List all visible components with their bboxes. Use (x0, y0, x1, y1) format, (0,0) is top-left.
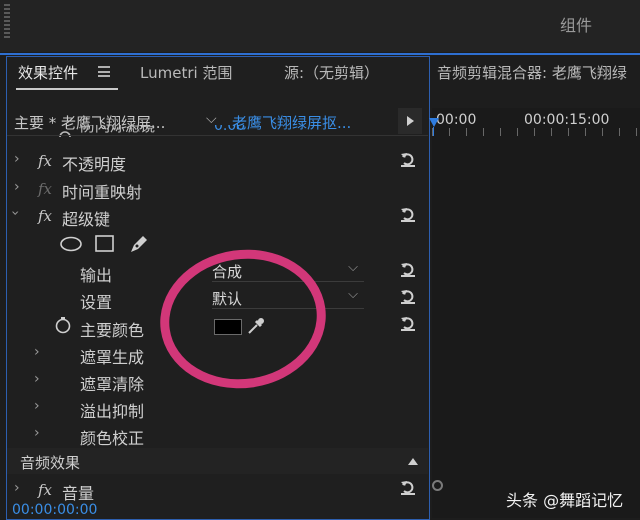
time-ruler[interactable] (432, 128, 640, 136)
drag-grip-icon[interactable] (4, 4, 10, 40)
scroll-handle[interactable] (432, 480, 443, 491)
workspace-label[interactable]: 组件 (560, 12, 592, 36)
fx-disabled-icon: fx (38, 180, 53, 198)
tab-effect-controls[interactable]: 效果控件 (18, 62, 78, 83)
keyframe-timeline[interactable] (432, 108, 640, 518)
effect-volume[interactable]: 音量 (62, 480, 94, 504)
watermark: 头条 @舞蹈记忆 (506, 491, 624, 510)
group-spill-suppression[interactable]: 溢出抑制 (80, 398, 144, 422)
group-matte-generation[interactable]: 遮罩生成 (80, 344, 144, 368)
reset-icon[interactable] (400, 479, 416, 495)
output-label: 输出 (80, 266, 113, 285)
reset-icon[interactable] (400, 151, 416, 167)
fx-icon[interactable]: fx (38, 152, 52, 170)
expand-arrow-icon[interactable]: › (14, 151, 20, 167)
expand-arrow-icon[interactable]: › (34, 398, 40, 414)
partial-row-value[interactable]: 0.00 (214, 125, 245, 134)
group-color-correction[interactable]: 颜色校正 (80, 425, 144, 449)
effect-ultra-key[interactable]: 超级键 (62, 206, 110, 230)
reset-icon[interactable] (400, 315, 416, 331)
top-bar (0, 0, 640, 52)
timecode-15s: 00:00:15:00 (524, 112, 610, 128)
effect-time-remapping[interactable]: 时间重映射 (62, 179, 142, 203)
tab-audio-clip-mixer[interactable]: 音频剪辑混合器: 老鹰飞翔绿 (437, 62, 627, 83)
chevron-down-icon: ⌵ (348, 260, 358, 275)
tab-source[interactable]: 源:（无剪辑） (284, 62, 379, 83)
reset-icon[interactable] (400, 206, 416, 222)
expand-arrow-icon[interactable]: › (14, 480, 20, 496)
expand-arrow-icon[interactable]: › (14, 179, 20, 195)
audio-effects-label: 音频效果 (20, 454, 81, 472)
effect-opacity[interactable]: 不透明度 (62, 151, 126, 175)
panel-focus-bar (0, 53, 640, 55)
expand-arrow-icon[interactable]: › (34, 425, 40, 441)
reset-icon[interactable] (400, 288, 416, 304)
pen-mask-icon[interactable] (128, 233, 150, 255)
active-tab-underline (16, 88, 118, 90)
reset-icon[interactable] (400, 261, 416, 277)
fx-icon[interactable]: fx (38, 481, 52, 499)
playhead-icon[interactable] (429, 118, 439, 127)
stopwatch-icon[interactable] (54, 316, 72, 334)
rectangle-mask-icon[interactable] (95, 235, 115, 253)
group-matte-cleanup[interactable]: 遮罩清除 (80, 371, 144, 395)
partial-row-label: 防闪烁滤镜 (80, 125, 156, 135)
timecode-start: 00:00 (436, 112, 477, 128)
expand-arrow-icon[interactable]: › (34, 344, 40, 360)
collapse-up-icon[interactable] (408, 458, 418, 465)
key-color-label: 主要颜色 (80, 321, 145, 340)
play-only-clip-button[interactable] (398, 108, 422, 134)
expand-arrow-icon[interactable]: › (34, 371, 40, 387)
tab-lumetri-scopes[interactable]: Lumetri 范围 (140, 62, 232, 83)
fx-icon[interactable]: fx (38, 207, 52, 225)
panel-menu-icon[interactable] (98, 66, 110, 77)
ellipse-mask-icon[interactable] (60, 236, 84, 252)
clip-label[interactable]: 老鹰飞翔绿屏抠... (232, 112, 351, 133)
current-timecode[interactable]: 00:00:00:00 (12, 502, 97, 518)
playhead-line (433, 127, 434, 136)
chevron-down-icon: ⌵ (348, 287, 358, 302)
header-divider (7, 135, 428, 136)
collapse-arrow-icon[interactable]: › (7, 210, 23, 216)
setting-label: 设置 (80, 293, 113, 312)
